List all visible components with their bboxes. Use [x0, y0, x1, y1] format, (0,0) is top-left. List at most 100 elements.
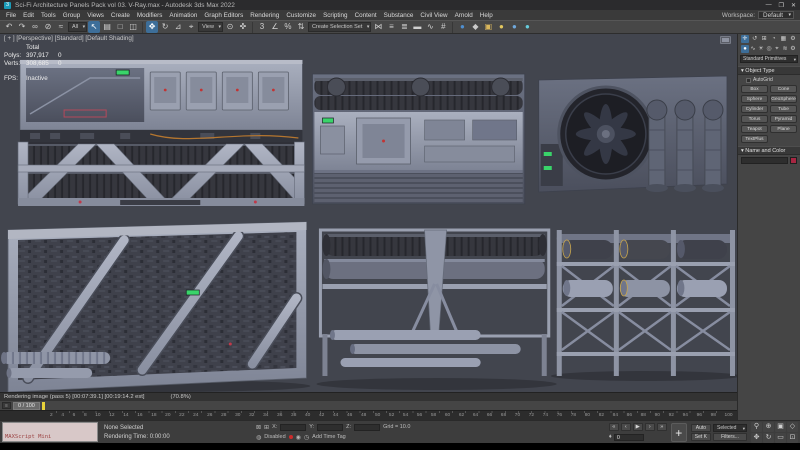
selection-lock-icon[interactable]: ⊠ [256, 424, 261, 431]
autogrid-checkbox[interactable] [746, 78, 751, 83]
zoom-extents-icon[interactable]: ▣ [775, 422, 786, 432]
object-type-button[interactable]: Cone [770, 85, 797, 93]
set-key-button[interactable]: Set K [691, 433, 711, 441]
display-tab-icon[interactable]: ▦ [779, 35, 787, 43]
object-type-button[interactable]: Tube [770, 105, 797, 113]
absolute-mode-icon[interactable]: ⊞ [264, 424, 269, 431]
track-bar[interactable]: 2468101214161820222426283032343638404244… [0, 410, 737, 420]
go-to-start-icon[interactable]: « [609, 423, 619, 431]
menu-item[interactable]: Group [63, 12, 81, 19]
render-online-icon[interactable]: ● [521, 21, 533, 33]
object-type-button[interactable]: Pyramid [770, 115, 797, 123]
menu-item[interactable]: Tools [41, 12, 56, 19]
primitive-type-dropdown[interactable]: Standard Primitives [740, 55, 798, 63]
status-circle-icon[interactable]: ◉ [296, 434, 301, 441]
reference-coordsys-dropdown[interactable]: View [198, 22, 223, 32]
rectangular-selection-region-icon[interactable]: □ [114, 21, 126, 33]
add-time-tag[interactable]: Add Time Tag [312, 434, 346, 440]
menu-item[interactable]: File [6, 12, 16, 19]
menu-item[interactable]: Content [355, 12, 377, 19]
select-and-link-icon[interactable]: ∞ [29, 21, 41, 33]
time-slider[interactable]: ≡ 0 / 100 [0, 401, 737, 410]
helpers-category-icon[interactable]: ⌖ [773, 45, 781, 53]
select-and-place-icon[interactable]: ⌖ [185, 21, 197, 33]
menu-item[interactable]: Edit [23, 12, 34, 19]
object-type-button[interactable]: TextPlus [741, 135, 768, 143]
model-panel-fan-unit[interactable] [539, 76, 727, 192]
rendered-frame-window-icon[interactable]: ▣ [482, 21, 494, 33]
auto-key-button[interactable]: Auto [691, 424, 711, 432]
key-mode-toggle-icon[interactable]: ♦ [609, 434, 612, 440]
object-type-button[interactable]: Torus [741, 115, 768, 123]
model-tank-rack[interactable] [557, 230, 735, 376]
bind-to-space-warp-icon[interactable]: ≈ [55, 21, 67, 33]
menu-item[interactable]: Help [480, 12, 493, 19]
workspace-dropdown[interactable]: Default [758, 11, 794, 19]
x-coord-field[interactable] [280, 424, 306, 431]
use-pivot-point-center-icon[interactable]: ⊙ [224, 21, 236, 33]
redo-icon[interactable]: ↷ [16, 21, 28, 33]
orbit-icon[interactable]: ↻ [763, 433, 774, 443]
field-of-view-icon[interactable]: ◇ [787, 422, 798, 432]
close-button[interactable]: ✕ [791, 2, 796, 9]
zoom-icon[interactable]: ⚲ [751, 422, 762, 432]
previous-frame-icon[interactable]: ‹ [621, 423, 631, 431]
minimize-button[interactable]: — [766, 2, 772, 9]
menu-item[interactable]: Arnold [455, 12, 473, 19]
align-icon[interactable]: ≡ [385, 21, 397, 33]
toggle-ribbon-icon[interactable]: ▬ [411, 21, 423, 33]
mirror-icon[interactable]: ⋈ [372, 21, 384, 33]
schematic-view-icon[interactable]: # [437, 21, 449, 33]
select-and-rotate-icon[interactable]: ↻ [159, 21, 171, 33]
modify-tab-icon[interactable]: ↺ [751, 35, 759, 43]
key-filters-button[interactable]: Filters... [713, 433, 747, 441]
cameras-category-icon[interactable]: ◎ [765, 45, 773, 53]
spinner-snap-icon[interactable]: ⇅ [295, 21, 307, 33]
named-selection-sets-dropdown[interactable]: Create Selection Set [308, 22, 371, 32]
model-pipe-rack[interactable] [320, 230, 548, 376]
snaps-toggle-3d-icon[interactable]: 3 [256, 21, 268, 33]
menu-item[interactable]: Animation [169, 12, 197, 19]
hierarchy-tab-icon[interactable]: ⊞ [760, 35, 768, 43]
select-and-manipulate-icon[interactable]: ✜ [237, 21, 249, 33]
selection-filter-dropdown[interactable]: All [68, 22, 87, 32]
model-panel-pipe-cabinet[interactable] [312, 74, 524, 204]
time-cursor[interactable] [42, 402, 45, 410]
maximize-button[interactable]: ❐ [779, 2, 784, 9]
menu-item[interactable]: Rendering [250, 12, 279, 19]
mini-curve-editor-button[interactable]: ≡ [2, 402, 11, 409]
next-frame-icon[interactable]: › [645, 423, 655, 431]
z-coord-field[interactable] [354, 424, 380, 431]
zoom-all-icon[interactable]: ⊕ [763, 422, 774, 432]
menu-item[interactable]: Views [87, 12, 104, 19]
add-viewport-layout-button[interactable]: + [671, 423, 687, 442]
undo-icon[interactable]: ↶ [3, 21, 15, 33]
pan-view-icon[interactable]: ✥ [751, 433, 762, 443]
object-type-button[interactable]: GeoSphere [770, 95, 797, 103]
object-type-button[interactable]: Sphere [741, 95, 768, 103]
perspective-viewport[interactable]: [ + ] [Perspective] [Standard] [Default … [0, 34, 737, 392]
space-warps-category-icon[interactable]: ≋ [781, 45, 789, 53]
create-tab-icon[interactable]: ✛ [741, 35, 749, 43]
object-name-field[interactable] [741, 157, 788, 164]
lights-category-icon[interactable]: ☀ [757, 45, 765, 53]
object-type-button[interactable]: Box [741, 85, 768, 93]
zoom-region-icon[interactable]: ▭ [775, 433, 786, 443]
y-coord-field[interactable] [317, 424, 343, 431]
select-by-name-icon[interactable]: ▤ [101, 21, 113, 33]
menu-item[interactable]: Customize [286, 12, 316, 19]
menu-item[interactable]: Modifiers [137, 12, 163, 19]
object-type-button[interactable]: Cylinder [741, 105, 768, 113]
menu-item[interactable]: Scripting [323, 12, 348, 19]
utilities-tab-icon[interactable]: ⚙ [789, 35, 797, 43]
go-to-end-icon[interactable]: » [657, 423, 667, 431]
render-iterative-icon[interactable]: ● [508, 21, 520, 33]
unlink-selection-icon[interactable]: ⊘ [42, 21, 54, 33]
select-and-move-icon[interactable]: ✥ [146, 21, 158, 33]
render-setup-icon[interactable]: ◆ [469, 21, 481, 33]
viewport-label[interactable]: [ + ] [Perspective] [Standard] [Default … [4, 35, 134, 42]
object-type-button[interactable]: Plane [770, 125, 797, 133]
select-and-scale-icon[interactable]: ⊿ [172, 21, 184, 33]
object-type-button[interactable]: Teapot [741, 125, 768, 133]
object-type-rollout[interactable]: ▾ Object Type [738, 66, 800, 75]
